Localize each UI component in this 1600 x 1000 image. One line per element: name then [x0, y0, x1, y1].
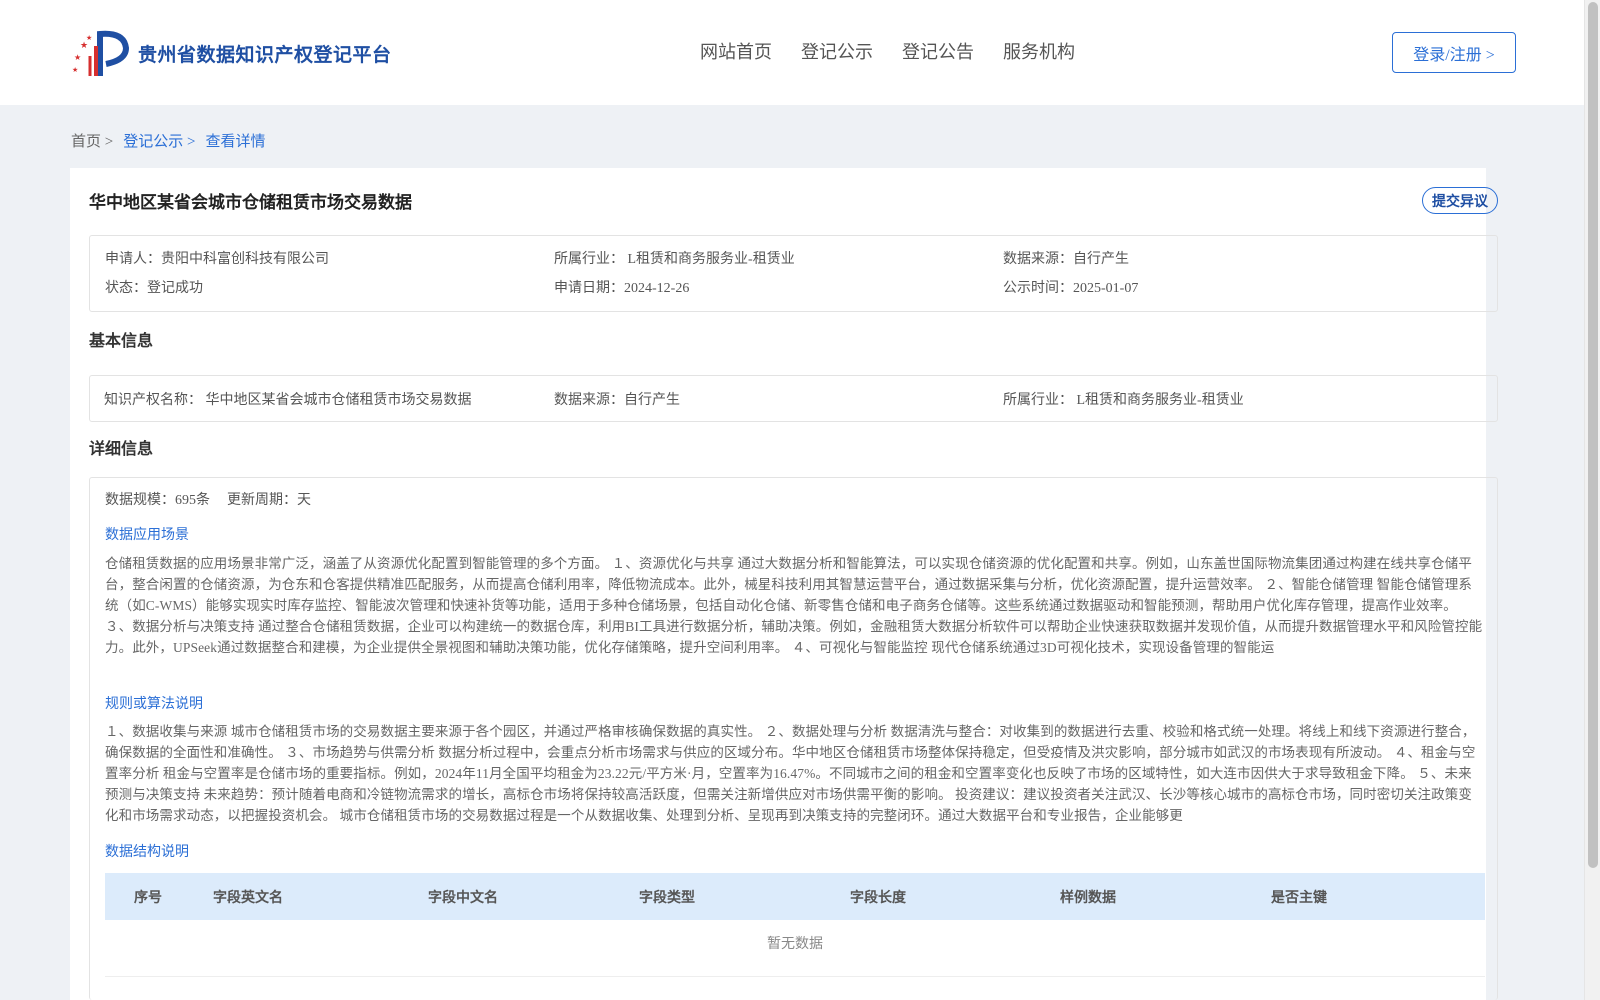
col-index: 序号: [134, 891, 162, 906]
summary-box: 申请人：贵阳中科富创科技有限公司 所属行业： L租赁和商务服务业-租赁业 数据来…: [89, 235, 1498, 312]
scenario-text: 仓储租赁数据的应用场景非常广泛，涵盖了从资源优化配置到智能管理的多个方面。 １、…: [105, 556, 1483, 655]
detail-info-box: 数据规模：695条 更新周期：天 数据应用场景 仓储租赁数据的应用场景非常广泛，…: [89, 477, 1498, 1000]
col-length: 字段长度: [850, 891, 906, 906]
table-divider: [105, 976, 1485, 977]
apply-date-field: 申请日期：2024-12-26: [554, 281, 690, 296]
nav-service[interactable]: 服务机构: [1003, 38, 1075, 64]
col-en-name: 字段英文名: [213, 891, 283, 906]
detail-card: 华中地区某省会城市仓储租赁市场交易数据 提交异议 申请人：贵阳中科富创科技有限公…: [70, 168, 1498, 1000]
basic-info-box: 知识产权名称： 华中地区某省会城市仓储租赁市场交易数据 数据来源：自行产生 所属…: [89, 375, 1498, 422]
svg-text:★: ★: [86, 34, 92, 42]
col-primary-key: 是否主键: [1271, 891, 1327, 906]
structure-table-header: 序号 字段英文名 字段中文名 字段类型 字段长度 样例数据 是否主键: [105, 873, 1485, 920]
col-type: 字段类型: [639, 891, 695, 906]
logo-icon: ★ ★ ★ ★: [72, 30, 130, 76]
page-title: 华中地区某省会城市仓储租赁市场交易数据: [89, 193, 412, 212]
data-scale-field: 数据规模：695条: [105, 493, 210, 508]
basic-source-field: 数据来源：自行产生: [554, 393, 680, 408]
breadcrumb: 首页 > 登记公示 > 查看详情: [71, 130, 265, 151]
col-cn-name: 字段中文名: [428, 891, 498, 906]
svg-text:★: ★: [72, 66, 78, 74]
breadcrumb-home[interactable]: 首页 >: [71, 130, 113, 151]
industry-field: 所属行业： L租赁和商务服务业-租赁业: [554, 252, 795, 267]
update-cycle-field: 更新周期：天: [227, 493, 311, 508]
col-sample: 样例数据: [1060, 891, 1116, 906]
nav-public[interactable]: 登记公示: [801, 38, 873, 64]
applicant-field: 申请人：贵阳中科富创科技有限公司: [105, 252, 329, 267]
nav-home[interactable]: 网站首页: [700, 38, 772, 64]
status-field: 状态：登记成功: [105, 281, 203, 296]
main-nav: 网站首页 登记公示 登记公告 服务机构: [700, 38, 1104, 64]
svg-text:★: ★: [74, 53, 81, 62]
breadcrumb-public[interactable]: 登记公示 >: [123, 130, 195, 151]
scenario-heading: 数据应用场景: [105, 528, 189, 543]
vertical-scrollbar[interactable]: [1584, 0, 1600, 1000]
site-logo[interactable]: ★ ★ ★ ★ 贵州省数据知识产权登记平台: [70, 26, 392, 80]
detail-info-heading: 详细信息: [89, 441, 154, 458]
scrollbar-thumb[interactable]: [1588, 2, 1598, 868]
basic-industry-field: 所属行业： L租赁和商务服务业-租赁业: [1003, 393, 1244, 408]
login-register-button[interactable]: 登录/注册 >: [1392, 32, 1516, 73]
publish-date-field: 公示时间：2025-01-07: [1003, 281, 1139, 296]
ip-name-field: 知识产权名称： 华中地区某省会城市仓储租赁市场交易数据: [104, 393, 472, 408]
nav-announcement[interactable]: 登记公告: [902, 38, 974, 64]
empty-table-text: 暂无数据: [767, 937, 823, 952]
source-field: 数据来源：自行产生: [1003, 252, 1129, 267]
basic-info-heading: 基本信息: [89, 333, 154, 350]
site-name: 贵州省数据知识产权登记平台: [138, 44, 392, 66]
rule-heading: 规则或算法说明: [105, 697, 203, 712]
submit-objection-button[interactable]: 提交异议: [1422, 187, 1498, 214]
breadcrumb-current: 查看详情: [205, 134, 266, 150]
top-header: ★ ★ ★ ★ 贵州省数据知识产权登记平台 网站首页 登记公示 登记公告 服务机…: [0, 0, 1584, 105]
structure-heading: 数据结构说明: [105, 845, 189, 860]
rule-text: １、数据收集与来源 城市仓储租赁市场的交易数据主要来源于各个园区，并通过严格审核…: [105, 724, 1476, 823]
